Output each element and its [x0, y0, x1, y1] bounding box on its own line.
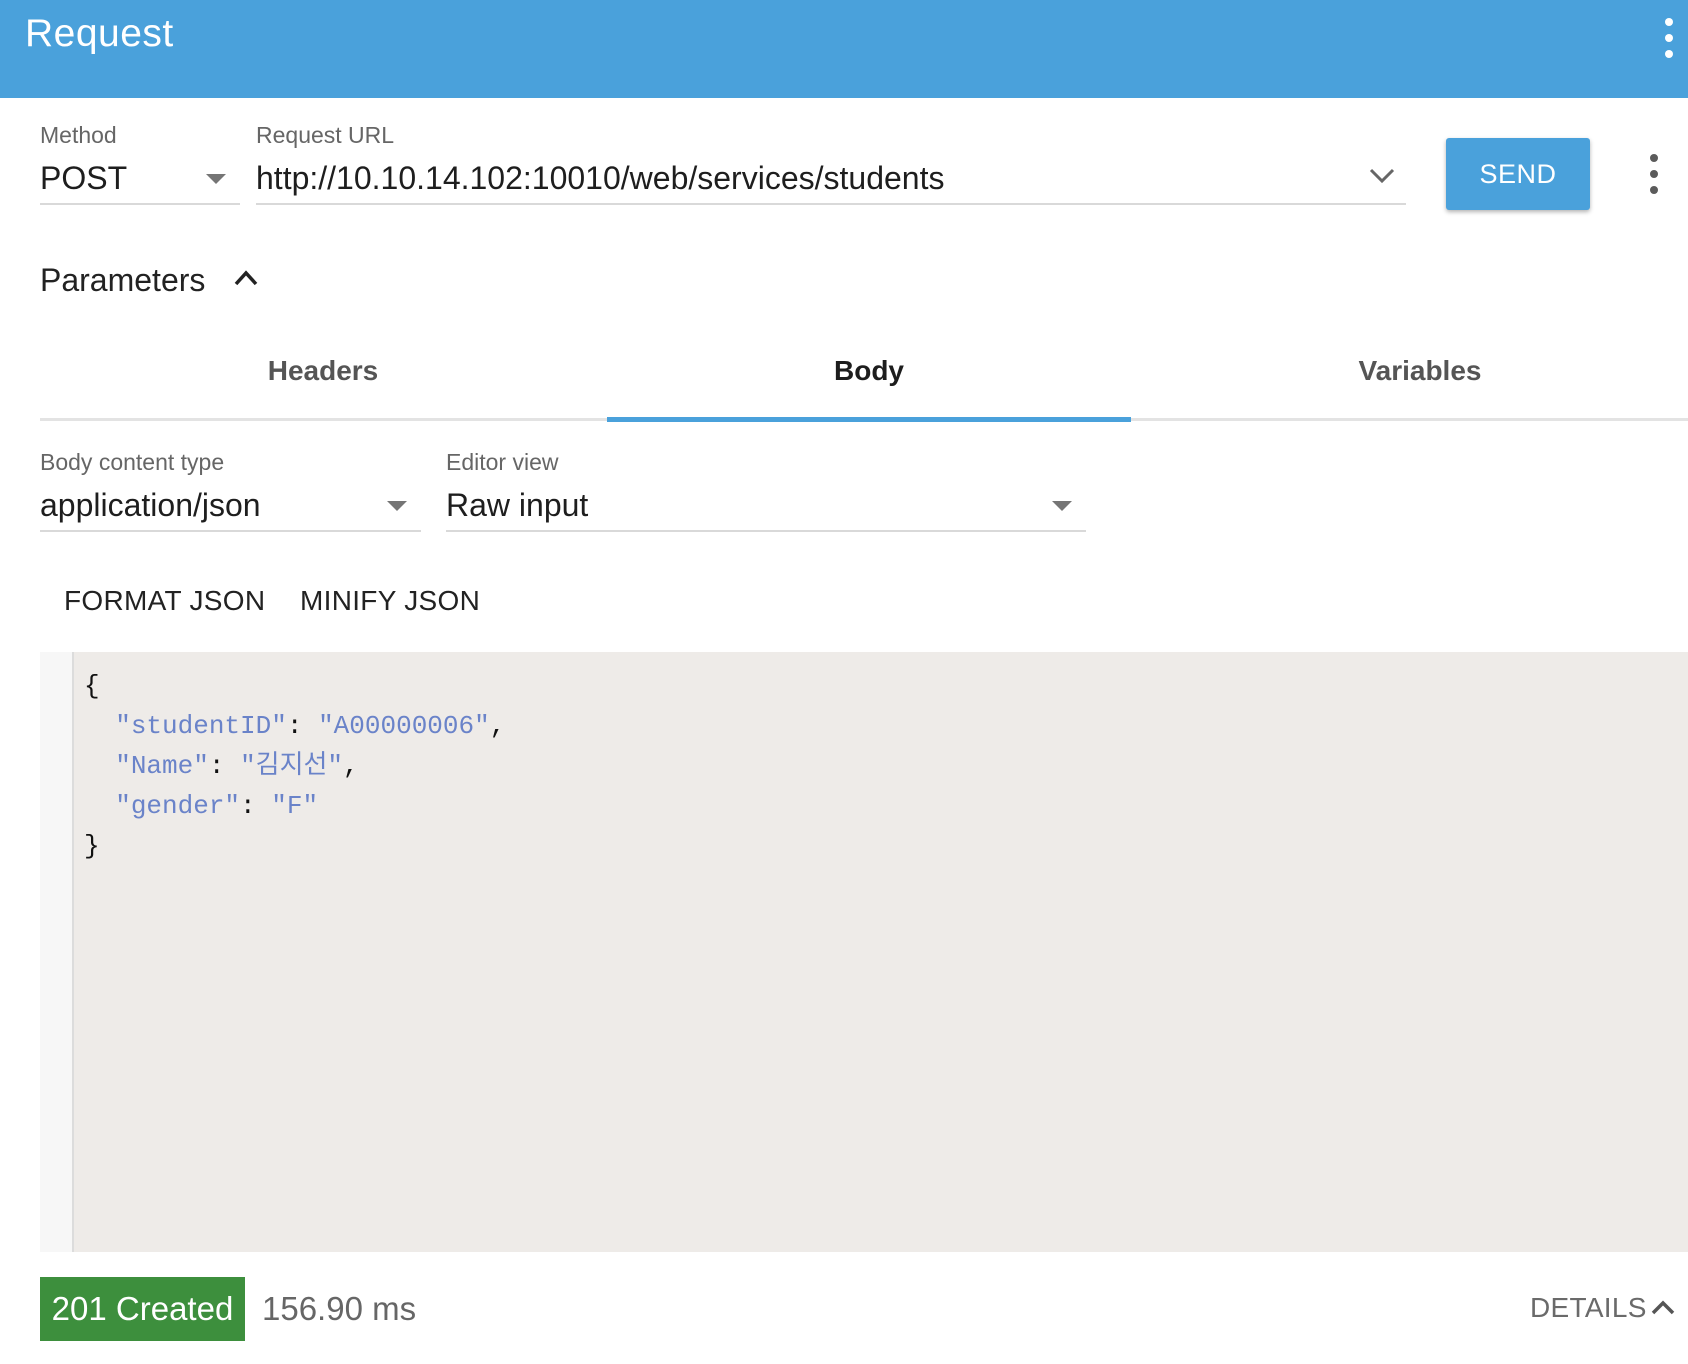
- page-title: Request: [25, 12, 174, 55]
- code-comma: ,: [489, 711, 506, 741]
- app-header: Request: [0, 0, 1688, 98]
- send-button[interactable]: SEND: [1446, 138, 1590, 210]
- active-tab-indicator: [607, 417, 1131, 422]
- code-key: "studentID": [115, 711, 287, 741]
- format-json-button[interactable]: FORMAT JSON: [64, 585, 265, 617]
- content-type-label: Body content type: [40, 449, 225, 475]
- tab-variables[interactable]: Variables: [1320, 355, 1520, 387]
- editor-view-label: Editor view: [446, 449, 559, 475]
- dropdown-arrow-icon: [387, 501, 407, 511]
- method-label: Method: [40, 122, 117, 148]
- url-input[interactable]: http://10.10.14.102:10010/web/services/s…: [256, 150, 1406, 206]
- url-label: Request URL: [256, 122, 395, 148]
- content-type-underline: [40, 530, 421, 532]
- more-vert-icon[interactable]: [1664, 18, 1674, 58]
- dropdown-arrow-icon: [1052, 501, 1072, 511]
- code-key: "gender": [115, 791, 241, 821]
- details-toggle[interactable]: DETAILS: [1530, 1290, 1680, 1330]
- code-editor[interactable]: { "studentID": "A00000006", "Name": "김지선…: [40, 652, 1688, 1252]
- chevron-up-icon[interactable]: [232, 268, 260, 288]
- method-underline: [40, 203, 240, 205]
- code-value: "김지선": [240, 751, 344, 781]
- minify-json-button[interactable]: MINIFY JSON: [300, 585, 480, 617]
- editor-gutter: [40, 652, 74, 1252]
- tab-headers[interactable]: Headers: [223, 355, 423, 387]
- details-label: DETAILS: [1530, 1292, 1647, 1323]
- code-content[interactable]: { "studentID": "A00000006", "Name": "김지선…: [84, 666, 505, 866]
- more-vert-icon[interactable]: [1649, 154, 1659, 194]
- method-value: POST: [40, 160, 128, 196]
- content-type-select[interactable]: application/json: [40, 477, 421, 533]
- response-time: 156.90 ms: [262, 1290, 417, 1327]
- tab-body[interactable]: Body: [769, 355, 969, 387]
- editor-view-underline: [446, 530, 1086, 532]
- code-key: "Name": [115, 751, 209, 781]
- code-value: "F": [271, 791, 319, 821]
- code-close-brace: }: [84, 831, 100, 861]
- editor-view-value: Raw input: [446, 487, 589, 523]
- url-value: http://10.10.14.102:10010/web/services/s…: [256, 160, 945, 196]
- parameters-title: Parameters: [40, 262, 206, 298]
- code-comma: ,: [343, 751, 359, 781]
- content-type-value: application/json: [40, 487, 261, 523]
- code-open-brace: {: [84, 671, 100, 701]
- status-badge: 201 Created: [40, 1277, 245, 1341]
- chevron-up-icon: [1651, 1300, 1675, 1315]
- code-value: "A00000006": [318, 711, 490, 741]
- method-select[interactable]: POST: [40, 150, 240, 206]
- url-underline: [256, 203, 1406, 205]
- dropdown-arrow-icon: [206, 174, 226, 184]
- chevron-down-icon[interactable]: [1368, 166, 1396, 186]
- editor-view-select[interactable]: Raw input: [446, 477, 1086, 533]
